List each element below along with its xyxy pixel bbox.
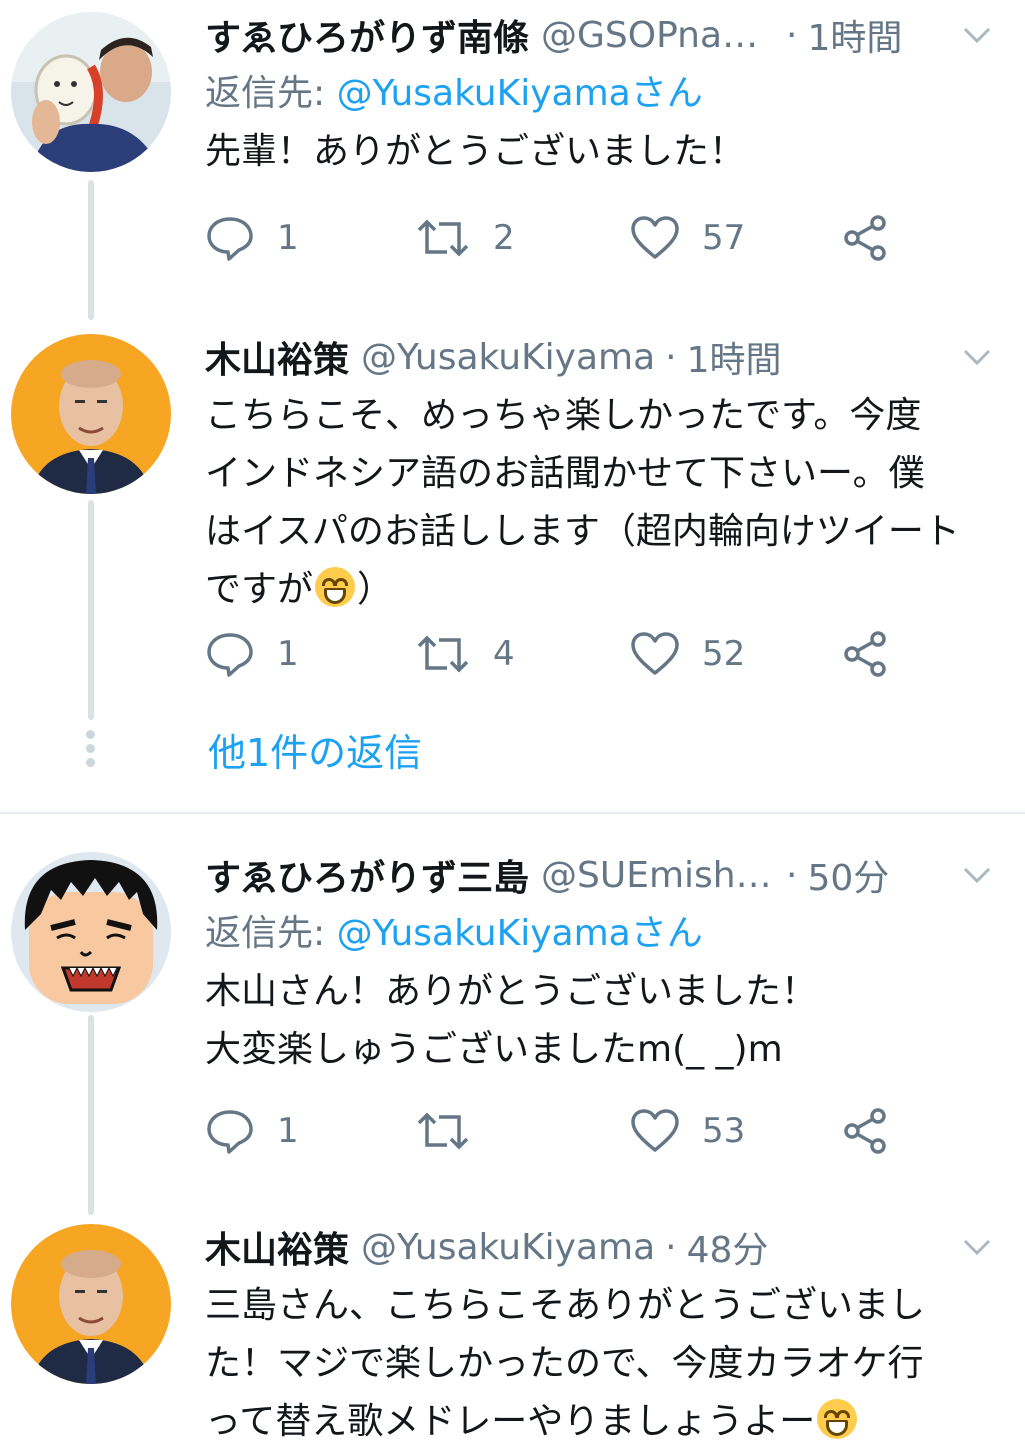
retweet-button[interactable]: 2 [415,208,515,268]
reply-button[interactable]: 1 [205,1101,299,1161]
timestamp[interactable]: 50分 [807,849,889,901]
reply-icon [207,217,253,261]
reply-to-link[interactable]: @YusakuKiyamaさん [337,73,703,114]
separator-dot: · [665,336,677,378]
tweet-text: 三島さん、こちらこそありがとうございまし た！マジで楽しかったので、今度カラオケ… [205,1277,1005,1451]
tweet[interactable]: すゑひろがりず南條 @GSOPnan… · 1時間 返信先: @YusakuKi… [0,0,1025,290]
cartoon-face-avatar-icon[interactable] [11,852,171,1012]
text-segment: って替え歌メドレーやりましょうよー [205,1401,816,1442]
tweet-actions: 1 2 57 [205,208,1005,268]
show-more-replies-link[interactable]: 他1件の返信 [208,722,422,777]
heart-icon [631,632,679,675]
tweet[interactable]: 木山裕策 @YusakuKiyama · 1時間 こちらこそ、めっちゃ楽しかった… [0,322,1025,702]
user-handle[interactable]: @SUEmishi… [541,855,776,896]
chevron-down-icon[interactable] [961,19,993,51]
person-avatar-icon[interactable] [11,1224,171,1384]
retweet-count: 4 [493,634,515,674]
reply-count: 1 [277,1111,299,1151]
reply-count: 1 [277,634,299,674]
like-count: 52 [702,634,746,674]
photo-avatar-icon[interactable] [11,12,171,172]
like-button[interactable]: 52 [630,624,745,684]
person-avatar-icon[interactable] [11,334,171,494]
text-line: 大変楽しゅうございましたm(_ _)m [205,1029,783,1070]
reply-to: 返信先: @YusakuKiyamaさん [205,65,1005,123]
timestamp[interactable]: 48分 [687,1221,769,1273]
display-name[interactable]: すゑひろがりず三島 [205,849,529,901]
timestamp[interactable]: 1時間 [687,331,782,383]
grinning-emoji-icon [817,1399,858,1439]
share-button[interactable] [842,208,912,268]
text-segment: ですが [205,569,314,610]
share-button[interactable] [842,624,912,684]
reply-button[interactable]: 1 [205,624,299,684]
reply-to-label: 返信先: [205,913,337,954]
user-handle[interactable]: @YusakuKiyama [361,337,655,378]
retweet-icon [417,1112,469,1150]
text-segment: ） [357,569,394,610]
reply-count: 1 [277,218,299,258]
share-icon [844,1108,886,1154]
retweet-count: 2 [493,218,515,258]
tweet-header: 木山裕策 @YusakuKiyama · 48分 [205,1217,1005,1277]
display-name[interactable]: 木山裕策 [205,1221,349,1273]
text-line: 木山さん！ありがとうございました！ [205,971,818,1012]
text-line: ですが ） [205,561,1005,619]
like-button[interactable]: 53 [630,1101,745,1161]
text-line: はイスパのお話しします（超内輪向けツイート [205,511,960,552]
share-icon [844,631,886,677]
text-line: た！マジで楽しかったので、今度カラオケ行 [205,1343,924,1384]
share-icon [844,215,886,261]
user-handle[interactable]: @YusakuKiyama [361,1227,655,1268]
thread-dots [86,730,96,772]
like-count: 57 [702,218,746,258]
heart-icon [631,1109,679,1152]
tweet-actions: 1 4 52 [205,624,1005,684]
separator-dot: · [786,854,798,896]
grinning-emoji-icon [315,567,356,607]
like-count: 53 [702,1111,746,1151]
chevron-down-icon[interactable] [961,1231,993,1263]
reply-icon [207,633,253,677]
reply-to-link[interactable]: @YusakuKiyamaさん [337,913,703,954]
reply-to-label: 返信先: [205,73,337,114]
text-line: 先輩！ありがとうございました！ [205,131,746,172]
tweet-text: 先輩！ありがとうございました！ [205,123,1005,181]
display-name[interactable]: すゑひろがりず南條 [205,9,529,61]
user-handle[interactable]: @GSOPnan… [541,15,776,56]
text-line: って替え歌メドレーやりましょうよー [205,1393,1005,1451]
text-line: インドネシア語のお話聞かせて下さいー。僕 [205,453,925,494]
display-name[interactable]: 木山裕策 [205,331,349,383]
tweet-text: 木山さん！ありがとうございました！ 大変楽しゅうございましたm(_ _)m [205,963,1005,1079]
tweet-header: 木山裕策 @YusakuKiyama · 1時間 [205,327,1005,387]
like-button[interactable]: 57 [630,208,745,268]
text-line: こちらこそ、めっちゃ楽しかったです。今度 [205,395,922,436]
retweet-icon [417,635,469,673]
timestamp[interactable]: 1時間 [807,9,902,61]
tweet[interactable]: 木山裕策 @YusakuKiyama · 48分 三島さん、こちらこそありがとう… [0,1212,1025,1448]
retweet-button[interactable] [415,1101,493,1161]
tweet-text: こちらこそ、めっちゃ楽しかったです。今度 インドネシア語のお話聞かせて下さいー。… [205,387,1005,619]
retweet-icon [417,219,469,257]
tweet-header: すゑひろがりず三島 @SUEmishi… · 50分 [205,845,1005,905]
separator-dot: · [665,1226,677,1268]
reply-button[interactable]: 1 [205,208,299,268]
text-line: 三島さん、こちらこそありがとうございまし [205,1285,926,1326]
chevron-down-icon[interactable] [961,341,993,373]
chevron-down-icon[interactable] [961,859,993,891]
tweet-actions: 1 53 [205,1101,1005,1161]
retweet-button[interactable]: 4 [415,624,515,684]
tweet-header: すゑひろがりず南條 @GSOPnan… · 1時間 [205,5,1005,65]
tweet[interactable]: すゑひろがりず三島 @SUEmishi… · 50分 返信先: @YusakuK… [0,840,1025,1170]
share-button[interactable] [842,1101,912,1161]
reply-icon [207,1110,253,1154]
divider [0,812,1025,814]
separator-dot: · [786,14,798,56]
reply-to: 返信先: @YusakuKiyamaさん [205,905,1005,963]
heart-icon [631,216,679,259]
